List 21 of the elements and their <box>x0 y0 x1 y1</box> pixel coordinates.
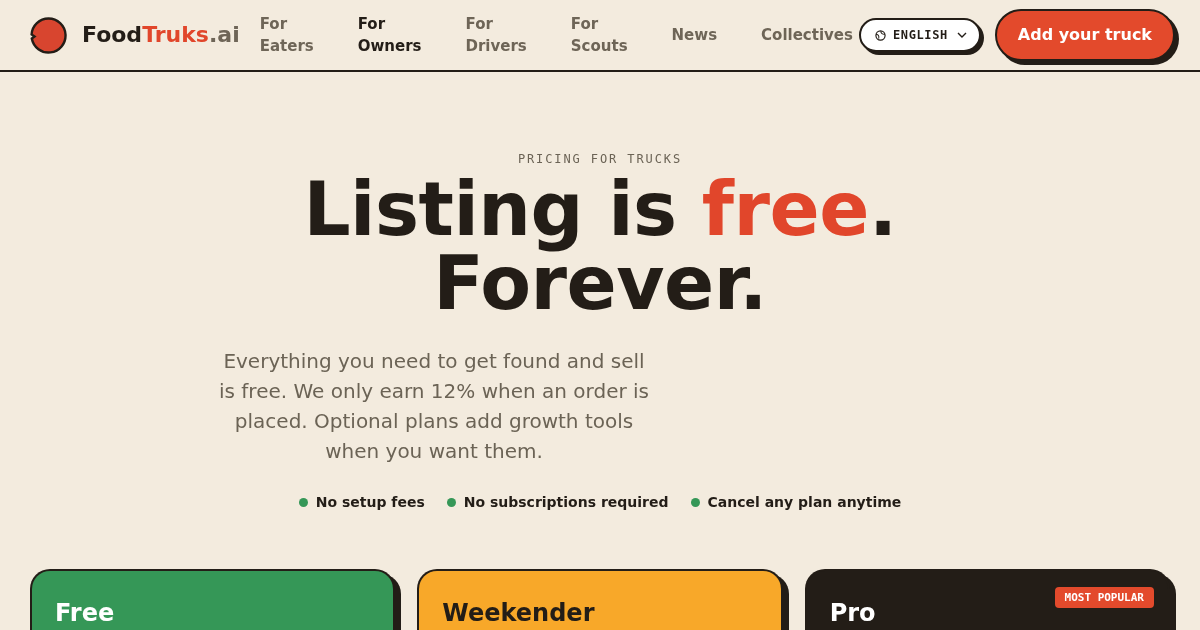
brand-logo-text[interactable]: FoodTruks.ai <box>82 24 240 46</box>
globe-icon <box>875 29 887 41</box>
nav-link[interactable]: For Eaters <box>259 13 314 57</box>
plan-title: Weekender <box>442 598 595 628</box>
nav-link[interactable]: Collectives <box>761 24 853 46</box>
plan-title: Free <box>55 598 115 628</box>
language-button[interactable]: ENGLISH <box>859 18 981 52</box>
nav-link[interactable]: For Owners <box>357 13 422 57</box>
nav-link[interactable]: For Scouts <box>570 13 628 57</box>
hero-heading: Listing is free. Forever. <box>303 172 897 320</box>
eyebrow-label: PRICING FOR TRUCKS <box>517 151 683 167</box>
plan-title: Pro <box>829 598 876 628</box>
feature-text: No setup fees <box>315 493 425 512</box>
chevron-down-icon <box>956 32 967 38</box>
feature-text: No subscriptions required <box>463 493 669 512</box>
hero-description: Everything you need to get found and sell is free. We only earn 12% when an order is placed. Optional plans add growth tools when you want them. <box>218 348 650 465</box>
nav-link[interactable]: News <box>671 24 718 46</box>
nav-link[interactable]: For Drivers <box>465 13 527 57</box>
feature-text: Cancel any plan anytime <box>707 493 902 512</box>
logo-icon[interactable] <box>30 16 67 54</box>
popular-badge: MOST POPULAR <box>1054 587 1154 608</box>
